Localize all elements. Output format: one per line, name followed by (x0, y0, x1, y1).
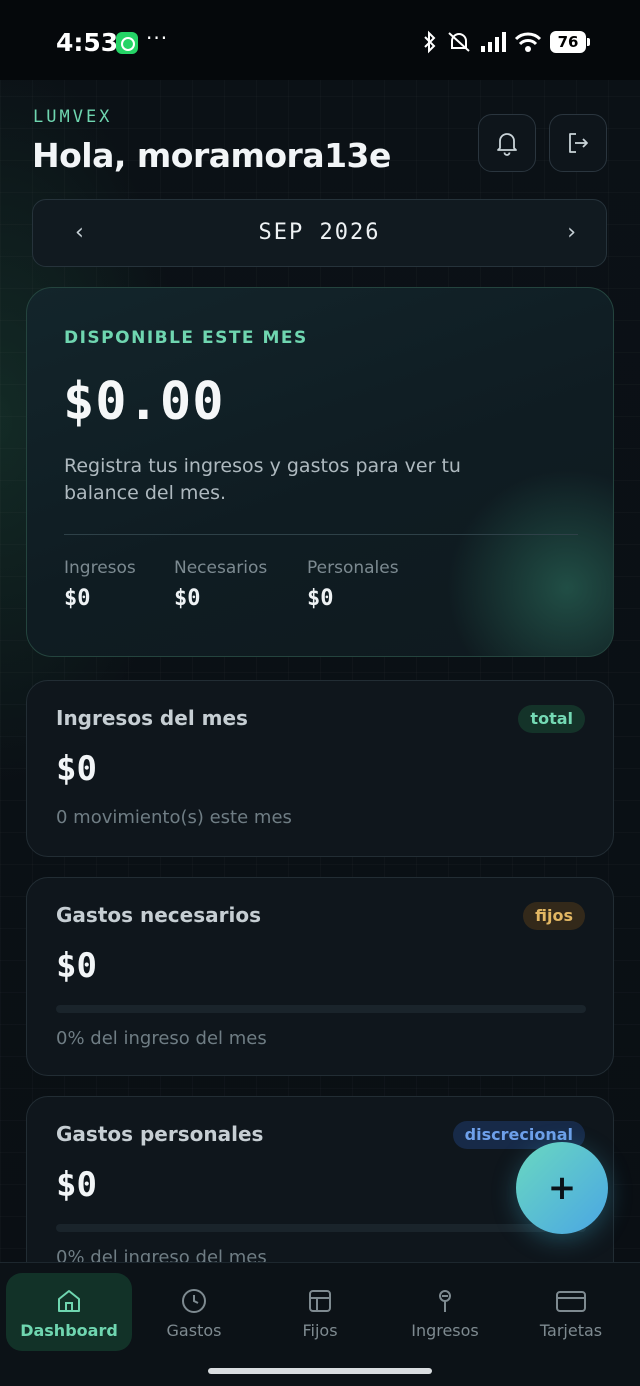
greeting: Hola, moramora13e (32, 136, 391, 175)
whatsapp-icon (116, 32, 138, 54)
necessary-expenses-card[interactable]: Gastos necesarios fijos $0 0% del ingres… (26, 877, 614, 1076)
nav-label: Dashboard (20, 1321, 118, 1340)
month-label: SEP 2026 (258, 220, 381, 245)
notifications-button[interactable] (478, 114, 536, 172)
stat-label: Necesarios (174, 558, 268, 578)
brand-name: LUMVEX (33, 107, 113, 127)
nav-label: Ingresos (411, 1321, 479, 1340)
signal-icon (481, 32, 506, 52)
balance-description: Registra tus ingresos y gastos para ver … (64, 455, 461, 504)
card-icon (556, 1291, 586, 1312)
stat-personales: Personales $0 (307, 558, 399, 611)
nav-tarjetas[interactable]: Tarjetas (508, 1273, 634, 1351)
next-month-button[interactable]: › (567, 220, 576, 245)
battery-icon: 76 (550, 31, 590, 53)
card-amount: $0 (56, 749, 97, 789)
stat-label: Personales (307, 558, 399, 578)
stat-label: Ingresos (64, 558, 136, 578)
divider (64, 534, 578, 535)
pin-icon (439, 1290, 451, 1312)
income-card[interactable]: Ingresos del mes total $0 0 movimiento(s… (26, 680, 614, 857)
nav-label: Tarjetas (539, 1321, 603, 1340)
balance-label: DISPONIBLE ESTE MES (64, 328, 308, 348)
balance-card: DISPONIBLE ESTE MES $0.00 Registra tus i… (26, 287, 614, 657)
fijos-badge: fijos (523, 902, 585, 930)
month-selector: ‹ SEP 2026 › (32, 199, 607, 267)
progress-bar (56, 1224, 586, 1232)
stat-ingresos: Ingresos $0 (64, 558, 136, 611)
nav-fijos[interactable]: Fijos (257, 1273, 383, 1351)
card-amount: $0 (56, 1165, 97, 1205)
more-notifications-icon: ··· (146, 26, 169, 50)
status-icons: 76 (422, 30, 590, 54)
card-title: Gastos personales (56, 1122, 264, 1146)
nav-gastos[interactable]: Gastos (131, 1273, 257, 1351)
nav-label: Fijos (302, 1321, 338, 1340)
logout-icon (569, 133, 588, 153)
mute-icon (448, 32, 470, 52)
grid-icon (309, 1290, 331, 1312)
home-indicator (208, 1368, 432, 1374)
card-title: Ingresos del mes (56, 706, 248, 730)
card-note: 0% del ingreso del mes (56, 1028, 267, 1049)
status-bar: 4:53 ··· 76 (0, 0, 640, 80)
bell-icon (497, 133, 517, 156)
total-badge: total (518, 705, 585, 733)
status-time: 4:53 (56, 28, 119, 57)
bluetooth-icon (424, 30, 436, 54)
home-icon (58, 1290, 80, 1312)
stat-value: $0 (307, 586, 334, 611)
card-note: 0 movimiento(s) este mes (56, 807, 292, 828)
progress-bar (56, 1005, 586, 1013)
stat-value: $0 (174, 586, 201, 611)
logout-button[interactable] (549, 114, 607, 172)
nav-ingresos[interactable]: Ingresos (382, 1273, 508, 1351)
card-amount: $0 (56, 946, 97, 986)
balance-amount: $0.00 (63, 372, 225, 432)
stat-necesarios: Necesarios $0 (174, 558, 267, 611)
card-title: Gastos necesarios (56, 903, 261, 927)
wifi-icon (514, 32, 542, 52)
clock-icon (182, 1289, 206, 1313)
nav-label: Gastos (166, 1321, 222, 1340)
add-transaction-button[interactable]: + (516, 1142, 608, 1234)
nav-dashboard[interactable]: Dashboard (6, 1273, 132, 1351)
stat-value: $0 (64, 586, 91, 611)
